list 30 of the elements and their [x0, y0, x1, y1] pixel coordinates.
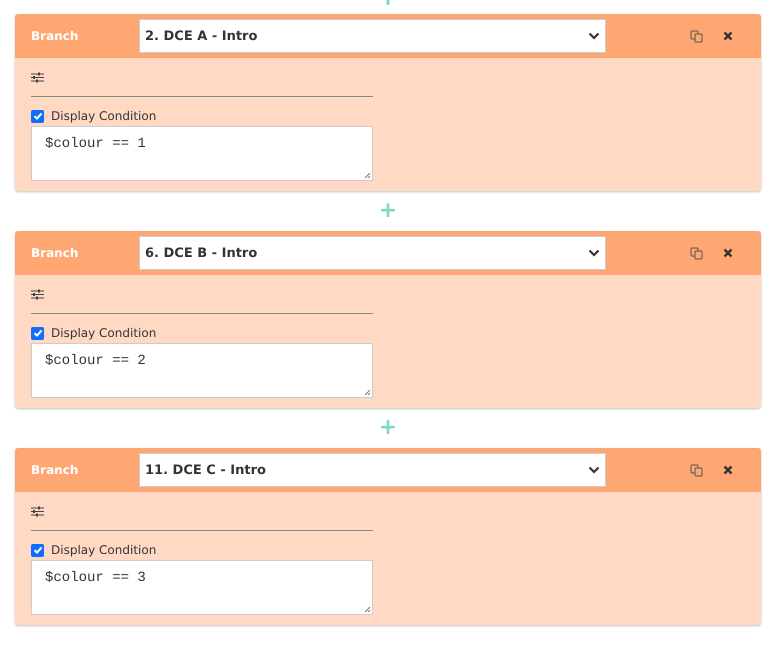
copy-icon[interactable] — [690, 464, 703, 476]
branch-title: Branch — [30, 29, 80, 43]
resize-grip-icon[interactable] — [364, 389, 371, 396]
target-select[interactable]: 6. DCE B - Intro — [139, 236, 606, 270]
chevron-down-icon — [588, 32, 600, 40]
close-icon[interactable] — [723, 31, 733, 41]
target-select[interactable]: 2. DCE A - Intro — [139, 19, 606, 53]
copy-icon[interactable] — [690, 30, 703, 42]
resize-grip-icon[interactable] — [364, 606, 371, 613]
checkbox-label: Display Condition — [51, 543, 156, 557]
checkbox[interactable] — [31, 544, 44, 556]
condition-field[interactable]: $colour == 2 — [31, 343, 373, 398]
checkbox-label: Display Condition — [51, 326, 156, 340]
branch-title: Branch — [30, 246, 80, 260]
chevron-down-icon — [588, 466, 600, 474]
condition-field[interactable]: $colour == 1 — [31, 126, 373, 181]
checkbox-label: Display Condition — [51, 109, 156, 123]
chevron-down-icon — [588, 249, 600, 257]
close-icon[interactable] — [723, 248, 733, 258]
target-select[interactable]: 11. DCE C - Intro — [139, 453, 606, 487]
copy-icon[interactable] — [690, 246, 703, 260]
checkbox[interactable] — [31, 326, 44, 340]
checkbox[interactable] — [31, 110, 44, 122]
sliders-icon[interactable] — [31, 289, 44, 300]
sliders-icon[interactable] — [31, 72, 44, 83]
close-icon[interactable] — [723, 465, 733, 475]
sliders-icon[interactable] — [31, 506, 44, 517]
resize-grip-icon[interactable] — [364, 172, 371, 179]
branch-title: Branch — [30, 463, 80, 477]
condition-field[interactable]: $colour == 3 — [31, 560, 373, 615]
